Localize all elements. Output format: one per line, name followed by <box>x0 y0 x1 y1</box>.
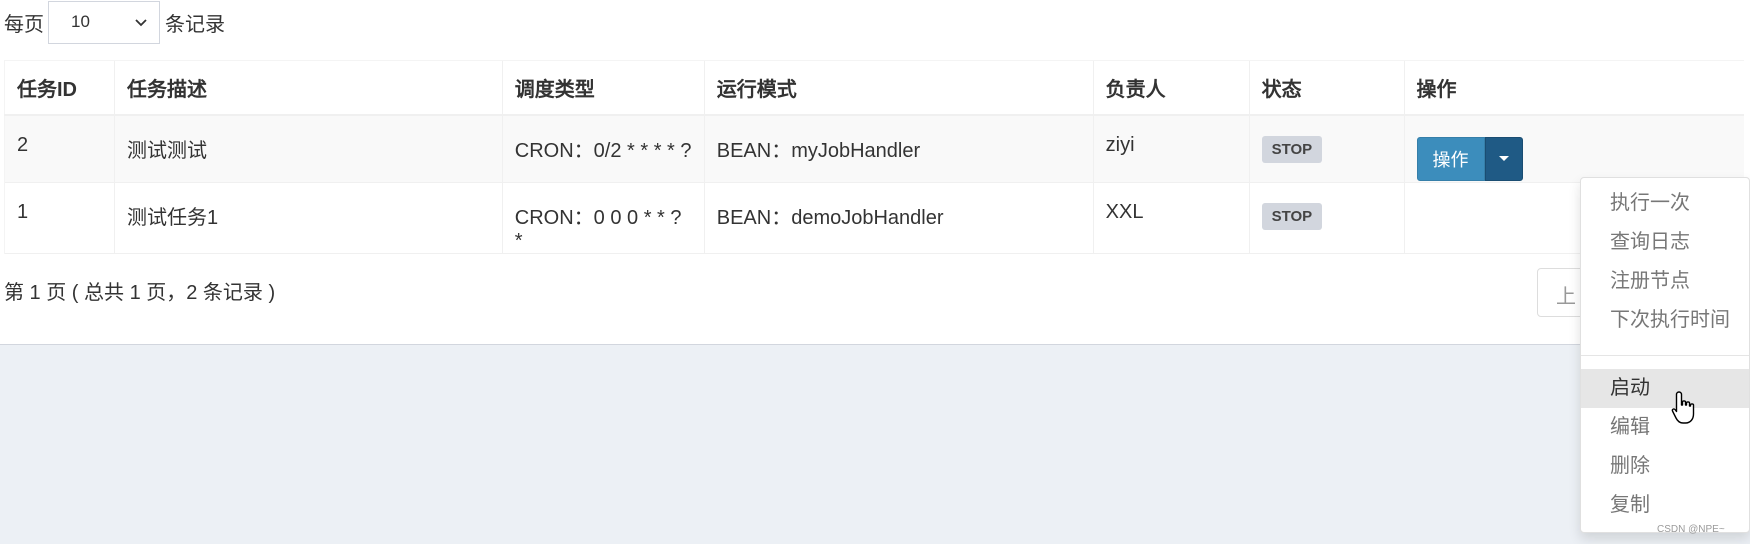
cell-job-desc: 测试任务1 <box>113 182 503 254</box>
cell-run-mode: BEAN：myJobHandler <box>703 114 1094 183</box>
header-job-id[interactable]: 任务ID <box>4 60 115 116</box>
menu-item-start[interactable]: 启动 <box>1581 369 1749 408</box>
status-badge: STOP <box>1261 203 1323 230</box>
cell-owner: XXL <box>1092 182 1250 254</box>
page-size-suffix: 条记录 <box>165 13 225 36</box>
chevron-down-icon <box>135 18 147 26</box>
header-job-desc[interactable]: 任务描述 <box>113 60 503 116</box>
menu-item-copy[interactable]: 复制 <box>1581 486 1749 525</box>
watermark: CSDN @NPE~ <box>1657 524 1725 535</box>
page-size-value: 10 <box>71 12 90 31</box>
cell-run-mode: BEAN：demoJobHandler <box>703 182 1094 254</box>
header-run-mode[interactable]: 运行模式 <box>703 60 1094 116</box>
cell-job-id: 1 <box>4 182 115 254</box>
pagination-info: 第 1 页 ( 总共 1 页，2 条记录 ) <box>4 282 276 304</box>
menu-item-edit[interactable]: 编辑 <box>1581 408 1749 447</box>
cell-status: STOP <box>1248 182 1405 254</box>
cell-job-id: 2 <box>4 114 115 183</box>
menu-item-run-once[interactable]: 执行一次 <box>1581 184 1749 223</box>
status-badge: STOP <box>1261 135 1323 163</box>
menu-divider <box>1581 355 1749 356</box>
header-owner[interactable]: 负责人 <box>1092 60 1250 116</box>
table-row: 1 测试任务1 CRON：0 0 0 * * ? * BEAN：demoJobH… <box>4 182 1744 254</box>
content-panel: 每页 10 条记录 任务ID 任务描述 调度类型 运行模式 负责人 状态 操作 … <box>0 0 1750 345</box>
page-size-control: 每页 10 条记录 <box>4 0 225 44</box>
cell-status: STOP <box>1248 114 1405 183</box>
hand-pointer-cursor-icon <box>1671 391 1695 424</box>
caret-down-icon <box>1498 155 1509 161</box>
header-actions: 操作 <box>1403 60 1744 116</box>
cell-schedule: CRON：0 0 0 * * ? * <box>501 182 705 254</box>
cell-job-desc: 测试测试 <box>113 114 503 183</box>
action-button[interactable]: 操作 <box>1416 136 1485 181</box>
page-size-select[interactable]: 10 <box>48 0 160 44</box>
job-table: 任务ID 任务描述 调度类型 运行模式 负责人 状态 操作 2 测试测试 CRO… <box>4 60 1744 254</box>
menu-item-next-trigger-time[interactable]: 下次执行时间 <box>1581 301 1749 340</box>
header-status[interactable]: 状态 <box>1248 60 1405 116</box>
menu-item-query-log[interactable]: 查询日志 <box>1581 223 1749 262</box>
table-header-row: 任务ID 任务描述 调度类型 运行模式 负责人 状态 操作 <box>4 60 1744 116</box>
table-row: 2 测试测试 CRON：0/2 * * * * ? BEAN：myJobHand… <box>4 114 1744 183</box>
action-dropdown-menu: 执行一次 查询日志 注册节点 下次执行时间 启动 编辑 删除 复制 <box>1580 177 1750 533</box>
header-schedule-type[interactable]: 调度类型 <box>501 60 705 116</box>
cell-owner: ziyi <box>1092 114 1250 183</box>
action-button-group: 操作 <box>1416 136 1523 181</box>
menu-item-delete[interactable]: 删除 <box>1581 447 1749 486</box>
cell-actions: 操作 <box>1403 114 1744 183</box>
action-dropdown-toggle[interactable] <box>1484 136 1523 181</box>
cell-schedule: CRON：0/2 * * * * ? <box>501 114 705 183</box>
page-size-prefix: 每页 <box>4 13 44 36</box>
menu-item-registry-nodes[interactable]: 注册节点 <box>1581 262 1749 301</box>
